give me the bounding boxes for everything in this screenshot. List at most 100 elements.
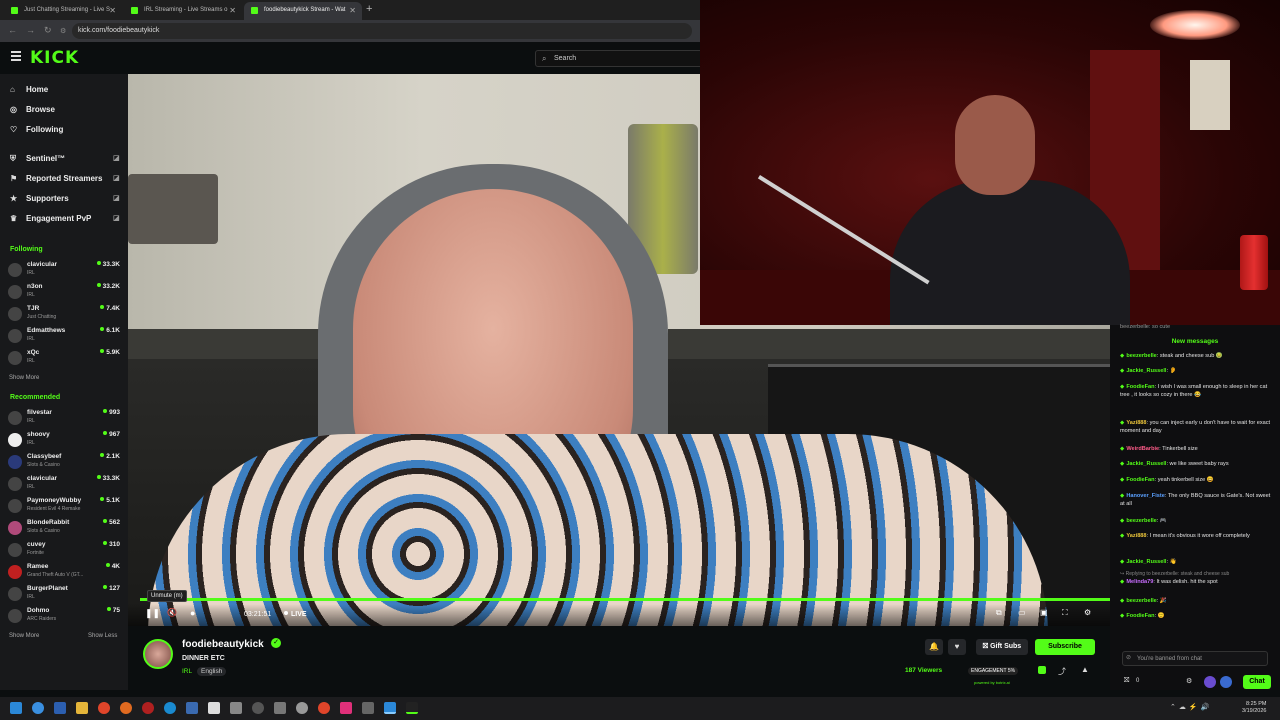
chat-username[interactable]: Melinda79	[1126, 579, 1153, 585]
taskbar-app-icon[interactable]	[384, 702, 396, 714]
taskbar-app-icon[interactable]	[32, 702, 44, 714]
botrix-icon[interactable]	[1038, 666, 1046, 674]
chat-settings-icon[interactable]: ⚙	[1186, 677, 1192, 685]
sidebar-channel[interactable]: Dohmo ARC Raiders 75	[8, 607, 120, 629]
extension-badge-icon[interactable]	[1204, 676, 1216, 688]
chat-username[interactable]: beezerbelle	[1126, 598, 1156, 604]
sidebar-item-browse[interactable]: ◎ Browse	[10, 105, 55, 114]
chat-username[interactable]: FoodieFan	[1126, 477, 1154, 483]
sidebar-channel[interactable]: BlondeRabbit Slots & Casino 562	[8, 519, 120, 541]
browser-tab-active[interactable]: foodiebeautykick Stream - Wat ✕	[244, 2, 362, 20]
taskbar-app-icon[interactable]	[296, 702, 308, 714]
back-icon[interactable]: ←	[8, 25, 17, 35]
taskbar-app-icon[interactable]	[208, 702, 220, 714]
extension-badge-icon[interactable]	[1220, 676, 1232, 688]
notification-bell-icon[interactable]: 🔔	[925, 639, 943, 655]
chat-username[interactable]: Jackie_Russell	[1126, 461, 1166, 467]
chat-username[interactable]: FoodieFan	[1126, 384, 1154, 390]
chat-username[interactable]: Jackie_Russell	[1126, 368, 1166, 374]
new-tab-icon[interactable]: +	[366, 3, 372, 15]
hamburger-menu-icon[interactable]	[11, 51, 21, 61]
edge-icon[interactable]	[164, 702, 176, 714]
theater-mode-icon[interactable]: ▭	[1018, 608, 1026, 617]
chat-username[interactable]: beezerbelle	[1126, 518, 1156, 524]
volume-slider-knob[interactable]: ●	[190, 608, 195, 618]
taskbar-app-icon[interactable]	[142, 702, 154, 714]
sidebar-channel[interactable]: BurgerPlanet IRL 127	[8, 585, 120, 607]
chrome-icon[interactable]	[98, 702, 110, 714]
chat-username[interactable]: Jackie_Russell	[1126, 559, 1166, 565]
chat-username[interactable]: Hanover_Fiste	[1126, 493, 1165, 499]
chat-username[interactable]: Yazi888	[1126, 420, 1146, 426]
channel-name[interactable]: foodiebeautykick	[182, 639, 264, 650]
sidebar-item-sentinel[interactable]: ⛨ Sentinel™ ◪	[10, 154, 122, 164]
send-chat-button[interactable]: Chat	[1243, 675, 1271, 689]
pin-icon[interactable]: ◪	[113, 154, 120, 162]
url-input[interactable]: kick.com/foodiebeautykick	[72, 23, 692, 39]
chat-username[interactable]: Yazi888	[1126, 533, 1146, 539]
live-indicator[interactable]: LIVE	[284, 611, 307, 618]
kick-logo[interactable]: KICK	[30, 48, 79, 68]
sidebar-channel[interactable]: n3on IRL 33.2K	[8, 283, 120, 305]
follow-heart-icon[interactable]: ♥	[948, 639, 966, 655]
stream-category[interactable]: IRL	[182, 668, 192, 675]
forward-icon[interactable]: →	[26, 25, 35, 35]
taskbar-app-icon[interactable]	[340, 702, 352, 714]
report-icon[interactable]: ▲	[1081, 665, 1089, 674]
sidebar-channel[interactable]: xQc IRL 5.9K	[8, 349, 120, 371]
chat-input[interactable]: You're banned from chat	[1122, 651, 1268, 666]
mute-icon[interactable]: 🔇	[167, 608, 177, 617]
close-tab-icon[interactable]: ✕	[349, 6, 356, 15]
close-tab-icon[interactable]: ✕	[109, 6, 116, 15]
new-messages-banner[interactable]: New messages	[1112, 338, 1278, 345]
chat-username[interactable]: beezerbelle	[1126, 353, 1156, 359]
pin-icon[interactable]: ◪	[113, 174, 120, 182]
sidebar-channel[interactable]: PaymoneyWubby Resident Evil 4 Remake 5.1K	[8, 497, 120, 519]
taskbar-app-icon[interactable]	[230, 702, 242, 714]
chat-username[interactable]: FoodieFan	[1126, 613, 1154, 619]
browser-tab[interactable]: IRL Streaming - Live Streams o ✕	[124, 2, 242, 20]
pause-icon[interactable]: ❚❚	[145, 608, 160, 619]
gift-icon[interactable]: ⛝	[1124, 677, 1129, 685]
streamer-avatar[interactable]	[143, 639, 173, 669]
start-menu-icon[interactable]	[10, 702, 22, 714]
chat-username[interactable]: WeirdBarbie	[1126, 446, 1159, 452]
sidebar-channel[interactable]: Classybeef Slots & Casino 2.1K	[8, 453, 120, 475]
file-explorer-icon[interactable]	[76, 702, 88, 714]
sidebar-channel[interactable]: Edmatthews IRL 6.1K	[8, 327, 120, 349]
sidebar-channel[interactable]: TJR Just Chatting 7.4K	[8, 305, 120, 327]
taskbar-app-icon[interactable]	[406, 702, 418, 714]
sidebar-channel[interactable]: cuvey Fortnite 310	[8, 541, 120, 563]
sidebar-item-engagement-pvp[interactable]: ♛ Engagement PvP ◪	[10, 214, 122, 223]
sidebar-channel[interactable]: clavicular IRL 33.3K	[8, 475, 120, 497]
system-clock[interactable]: 8:25 PM 3/19/2026	[1242, 701, 1266, 715]
show-more-following-link[interactable]: Show More	[9, 375, 39, 381]
system-tray-icons[interactable]: ⌃☁⚡🔊	[1170, 703, 1212, 711]
pip-icon[interactable]: ⧉	[996, 608, 1002, 618]
close-tab-icon[interactable]: ✕	[229, 6, 236, 15]
sidebar-channel[interactable]: clavicular IRL 33.3K	[8, 261, 120, 283]
settings-gear-icon[interactable]: ⚙	[1084, 608, 1091, 617]
pin-icon[interactable]: ◪	[113, 214, 120, 222]
sidebar-channel[interactable]: Ramee Grand Theft Auto V (GT... 4K	[8, 563, 120, 585]
taskbar-app-icon[interactable]	[186, 702, 198, 714]
sidebar-item-reported-streamers[interactable]: ⚑ Reported Streamers ◪	[10, 174, 122, 183]
fullscreen-icon[interactable]: ⛶	[1062, 608, 1068, 618]
sidebar-item-home[interactable]: ⌂ Home	[10, 85, 48, 94]
taskbar-app-icon[interactable]	[274, 702, 286, 714]
firefox-icon[interactable]	[120, 702, 132, 714]
taskbar-app-icon[interactable]	[252, 702, 264, 714]
pin-icon[interactable]: ◪	[113, 194, 120, 202]
taskbar-app-icon[interactable]	[54, 702, 66, 714]
gift-subs-button[interactable]: ⛝ Gift Subs	[976, 639, 1028, 655]
language-tag[interactable]: English	[197, 667, 227, 676]
show-more-recommended-link[interactable]: Show More	[9, 633, 39, 639]
sidebar-item-supporters[interactable]: ★ Supporters ◪	[10, 194, 122, 203]
sidebar-item-following[interactable]: ♡ Following	[10, 125, 63, 134]
subscribe-button[interactable]: Subscribe	[1035, 639, 1095, 655]
browser-tab[interactable]: Just Chatting Streaming - Live S ✕	[4, 2, 122, 20]
taskbar-app-icon[interactable]	[318, 702, 330, 714]
taskbar-app-icon[interactable]	[362, 702, 374, 714]
reload-icon[interactable]: ↻	[44, 25, 52, 36]
search-input[interactable]: ⌕ Search	[535, 50, 703, 67]
